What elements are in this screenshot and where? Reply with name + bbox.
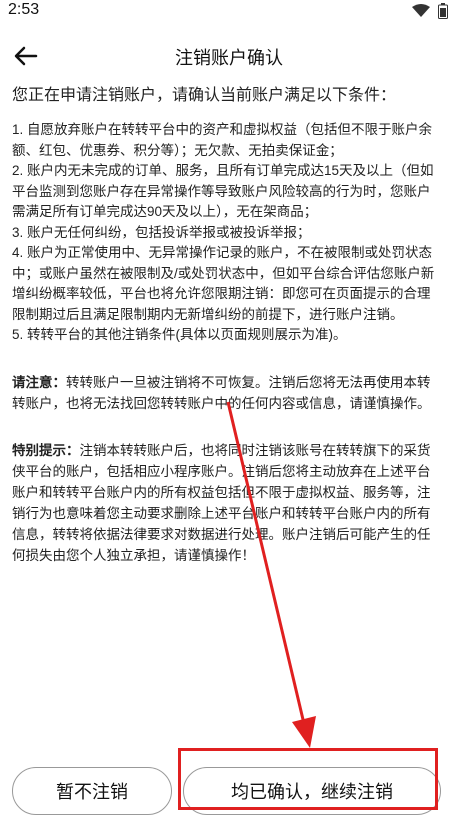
page-title: 注销账户确认 <box>175 48 283 68</box>
tip-section: 特别提示：注销本转转账户后，也将同时注销该账号在转转旗下的采货侠平台的账户，包括… <box>12 440 442 566</box>
tip-label: 特别提示： <box>12 442 80 458</box>
condition-4: 4. 账户为正常使用中、无异常操作记录的账户，不在被限制或处罚状态中；或账户虽然… <box>12 245 435 322</box>
notice-text: 转转账户一旦被注销将不可恢复。注销后您将无法再使用本转转账户，也将无法找回您转转… <box>12 374 431 411</box>
battery-icon <box>438 3 448 19</box>
cancel-button[interactable]: 暂不注销 <box>12 767 172 815</box>
status-icons <box>412 3 448 19</box>
condition-3: 3. 账户无任何纠纷，包括投诉举报或被投诉举报； <box>12 224 311 240</box>
notice-section: 请注意：转转账户一旦被注销将不可恢复。注销后您将无法再使用本转转账户，也将无法找… <box>12 372 442 414</box>
status-time: 2:53 <box>8 1 40 18</box>
condition-5: 5. 转转平台的其他注销条件(具体以页面规则展示为准)。 <box>12 327 347 342</box>
header: 注销账户确认 <box>0 36 458 76</box>
condition-2: 2. 账户内无未完成的订单、服务，且所有订单完成达15天及以上（但如平台监测到您… <box>12 163 434 219</box>
tip-text: 注销本转转账户后，也将同时注销该账号在转转旗下的采货侠平台的账户，包括相应小程序… <box>12 442 431 563</box>
bottom-action-bar: 暂不注销 均已确认，继续注销 <box>0 760 458 820</box>
wifi-icon <box>412 4 430 17</box>
confirm-continue-button[interactable]: 均已确认，继续注销 <box>183 767 441 815</box>
condition-1: 1. 自愿放弃账户在转转平台中的资产和虚拟权益（包括但不限于账户余额、红包、优惠… <box>12 122 433 158</box>
intro-text: 您正在申请注销账户，请确认当前账户满足以下条件： <box>12 87 397 104</box>
notice-label: 请注意： <box>12 374 66 390</box>
content: 您正在申请注销账户，请确认当前账户满足以下条件： 1. 自愿放弃账户在转转平台中… <box>12 84 442 566</box>
status-bar: 2:53 <box>0 0 458 22</box>
